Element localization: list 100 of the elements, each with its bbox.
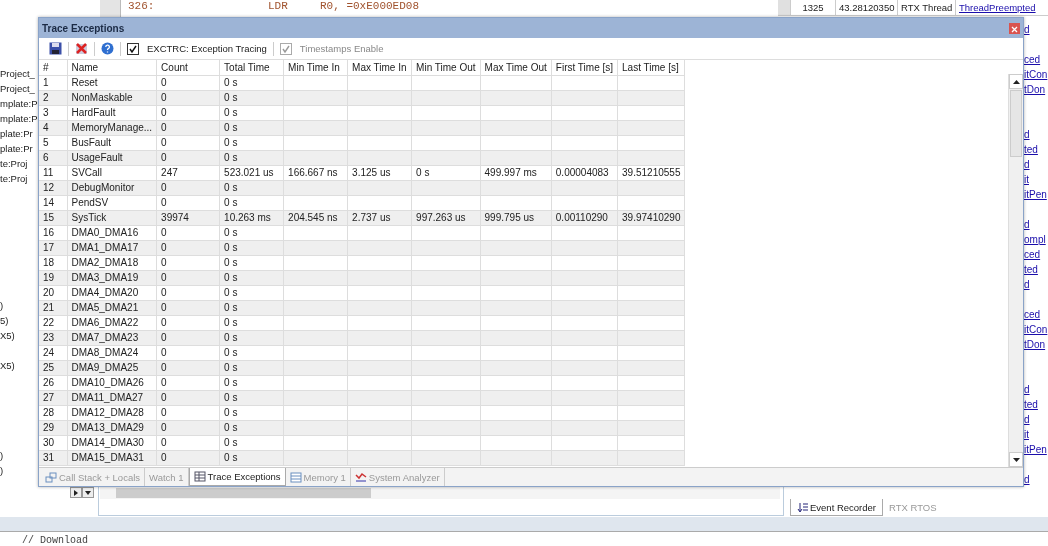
table-cell: 0.00004083 bbox=[551, 165, 618, 181]
table-cell: 0 bbox=[156, 75, 220, 91]
table-cell: 0 s bbox=[219, 105, 284, 121]
panel-tab[interactable]: Event Recorder bbox=[790, 499, 883, 516]
table-cell: DMA4_DMA20 bbox=[67, 285, 157, 301]
event-link[interactable]: ced bbox=[1024, 247, 1046, 262]
column-header[interactable]: # bbox=[39, 60, 67, 76]
event-cell: 1325 bbox=[790, 0, 835, 15]
event-link[interactable]: ThreadPreempted bbox=[955, 0, 1039, 15]
project-item[interactable]: Project_ bbox=[0, 81, 38, 96]
table-cell: 0 s bbox=[219, 345, 284, 361]
table-cell: DMA0_DMA16 bbox=[67, 225, 157, 241]
event-link[interactable]: itCon bbox=[1024, 67, 1048, 82]
checkbox[interactable] bbox=[127, 42, 139, 55]
table-cell: BusFault bbox=[67, 135, 157, 151]
event-link[interactable]: d bbox=[1024, 277, 1046, 292]
column-header[interactable]: Total Time bbox=[219, 60, 284, 76]
event-cell: 43.28120350 bbox=[835, 0, 897, 15]
table-cell: 28 bbox=[39, 405, 67, 421]
event-link[interactable]: ced bbox=[1024, 307, 1048, 322]
column-header[interactable]: Max Time Out bbox=[480, 60, 552, 76]
table-cell: SVCall bbox=[67, 165, 157, 181]
scrollbar-thumb[interactable] bbox=[1010, 90, 1022, 157]
code-operands: R0, =0xE000ED08 bbox=[320, 0, 420, 12]
table-cell: 0 s bbox=[219, 375, 284, 391]
table-cell: 0 bbox=[156, 435, 220, 451]
event-link[interactable]: d bbox=[1024, 217, 1046, 232]
project-item[interactable]: plate:Pr bbox=[0, 126, 38, 141]
event-link[interactable]: d bbox=[1024, 22, 1030, 37]
table-cell: 0 s bbox=[219, 225, 284, 241]
project-item[interactable]: mplate:P bbox=[0, 96, 38, 111]
dropdown-button[interactable] bbox=[82, 487, 94, 498]
event-link[interactable]: d bbox=[1024, 127, 1047, 142]
column-header[interactable]: Min Time Out bbox=[411, 60, 481, 76]
table-cell: 39.51210555 bbox=[617, 165, 685, 181]
table-cell: 3 bbox=[39, 105, 67, 121]
event-link[interactable]: d bbox=[1024, 472, 1030, 487]
column-header[interactable]: Min Time In bbox=[283, 60, 348, 76]
vertical-scrollbar[interactable] bbox=[1008, 74, 1023, 467]
scroll-down-icon[interactable] bbox=[1012, 457, 1020, 462]
caret-icon bbox=[85, 489, 91, 496]
table-cell: 18 bbox=[39, 255, 67, 271]
event-link[interactable]: d bbox=[1024, 382, 1047, 397]
table-cell: 0 bbox=[156, 105, 220, 121]
event-link[interactable]: itPen bbox=[1024, 442, 1047, 457]
event-link[interactable]: ted bbox=[1024, 397, 1047, 412]
table-cell: 0 s bbox=[219, 75, 284, 91]
scroll-up-icon[interactable] bbox=[1012, 79, 1020, 84]
event-link[interactable]: tDon bbox=[1024, 337, 1048, 352]
table-cell: 0 s bbox=[219, 315, 284, 331]
event-link[interactable]: ted bbox=[1024, 262, 1046, 277]
table-cell: 0 bbox=[156, 285, 220, 301]
table-cell: 1 bbox=[39, 75, 67, 91]
editor-gutter bbox=[100, 0, 121, 17]
project-item[interactable]: mplate:P bbox=[0, 111, 38, 126]
table-cell: 247 bbox=[156, 165, 220, 181]
project-item[interactable]: Project_ bbox=[0, 66, 38, 81]
table-cell: 30 bbox=[39, 435, 67, 451]
event-link[interactable]: it bbox=[1024, 427, 1047, 442]
window-title: Trace Exceptions bbox=[42, 22, 125, 34]
play-icon bbox=[73, 489, 79, 496]
help-icon[interactable] bbox=[101, 42, 114, 55]
close-button[interactable] bbox=[1009, 22, 1020, 34]
event-link[interactable]: ted bbox=[1024, 142, 1047, 157]
table-cell: 26 bbox=[39, 375, 67, 391]
scrollbar-thumb[interactable] bbox=[778, 0, 790, 15]
table-cell: 11 bbox=[39, 165, 67, 181]
event-link[interactable]: ompl bbox=[1024, 232, 1046, 247]
column-header[interactable]: Max Time In bbox=[347, 60, 412, 76]
column-header[interactable]: Last Time [s] bbox=[617, 60, 685, 76]
table-cell: Reset bbox=[67, 75, 157, 91]
event-link[interactable]: tDon bbox=[1024, 82, 1048, 97]
horizontal-scrollbar[interactable] bbox=[100, 487, 780, 499]
event-link[interactable]: it bbox=[1024, 172, 1047, 187]
column-header[interactable]: Count bbox=[156, 60, 220, 76]
table-cell: PendSV bbox=[67, 195, 157, 211]
table-cell: 0 s bbox=[219, 135, 284, 151]
table-cell: 523.021 us bbox=[219, 165, 284, 181]
project-item[interactable]: te:Proj bbox=[0, 156, 38, 171]
table-cell: 0 bbox=[156, 315, 220, 331]
column-header[interactable]: First Time [s] bbox=[551, 60, 618, 76]
event-link[interactable]: itCon bbox=[1024, 322, 1048, 337]
column-header[interactable]: Name bbox=[67, 60, 157, 76]
chart-icon bbox=[354, 471, 367, 483]
delete-icon[interactable] bbox=[75, 42, 88, 55]
event-link[interactable]: d bbox=[1024, 157, 1047, 172]
table-cell: 0 bbox=[156, 255, 220, 271]
code-address: 326: bbox=[128, 0, 156, 12]
project-item[interactable]: plate:Pr bbox=[0, 141, 38, 156]
table-cell: 0 s bbox=[219, 195, 284, 211]
event-link[interactable]: ced bbox=[1024, 52, 1048, 67]
panel-tab[interactable]: Trace Exceptions bbox=[188, 468, 286, 486]
event-link[interactable]: itPen bbox=[1024, 187, 1047, 202]
save-icon[interactable] bbox=[49, 42, 62, 55]
event-link[interactable]: d bbox=[1024, 412, 1047, 427]
table-cell: 0 s bbox=[219, 255, 284, 271]
table-cell: 0 bbox=[156, 225, 220, 241]
table-cell: 0 bbox=[156, 345, 220, 361]
scroll-right-button[interactable] bbox=[70, 487, 82, 498]
project-item[interactable]: te:Proj bbox=[0, 171, 38, 186]
